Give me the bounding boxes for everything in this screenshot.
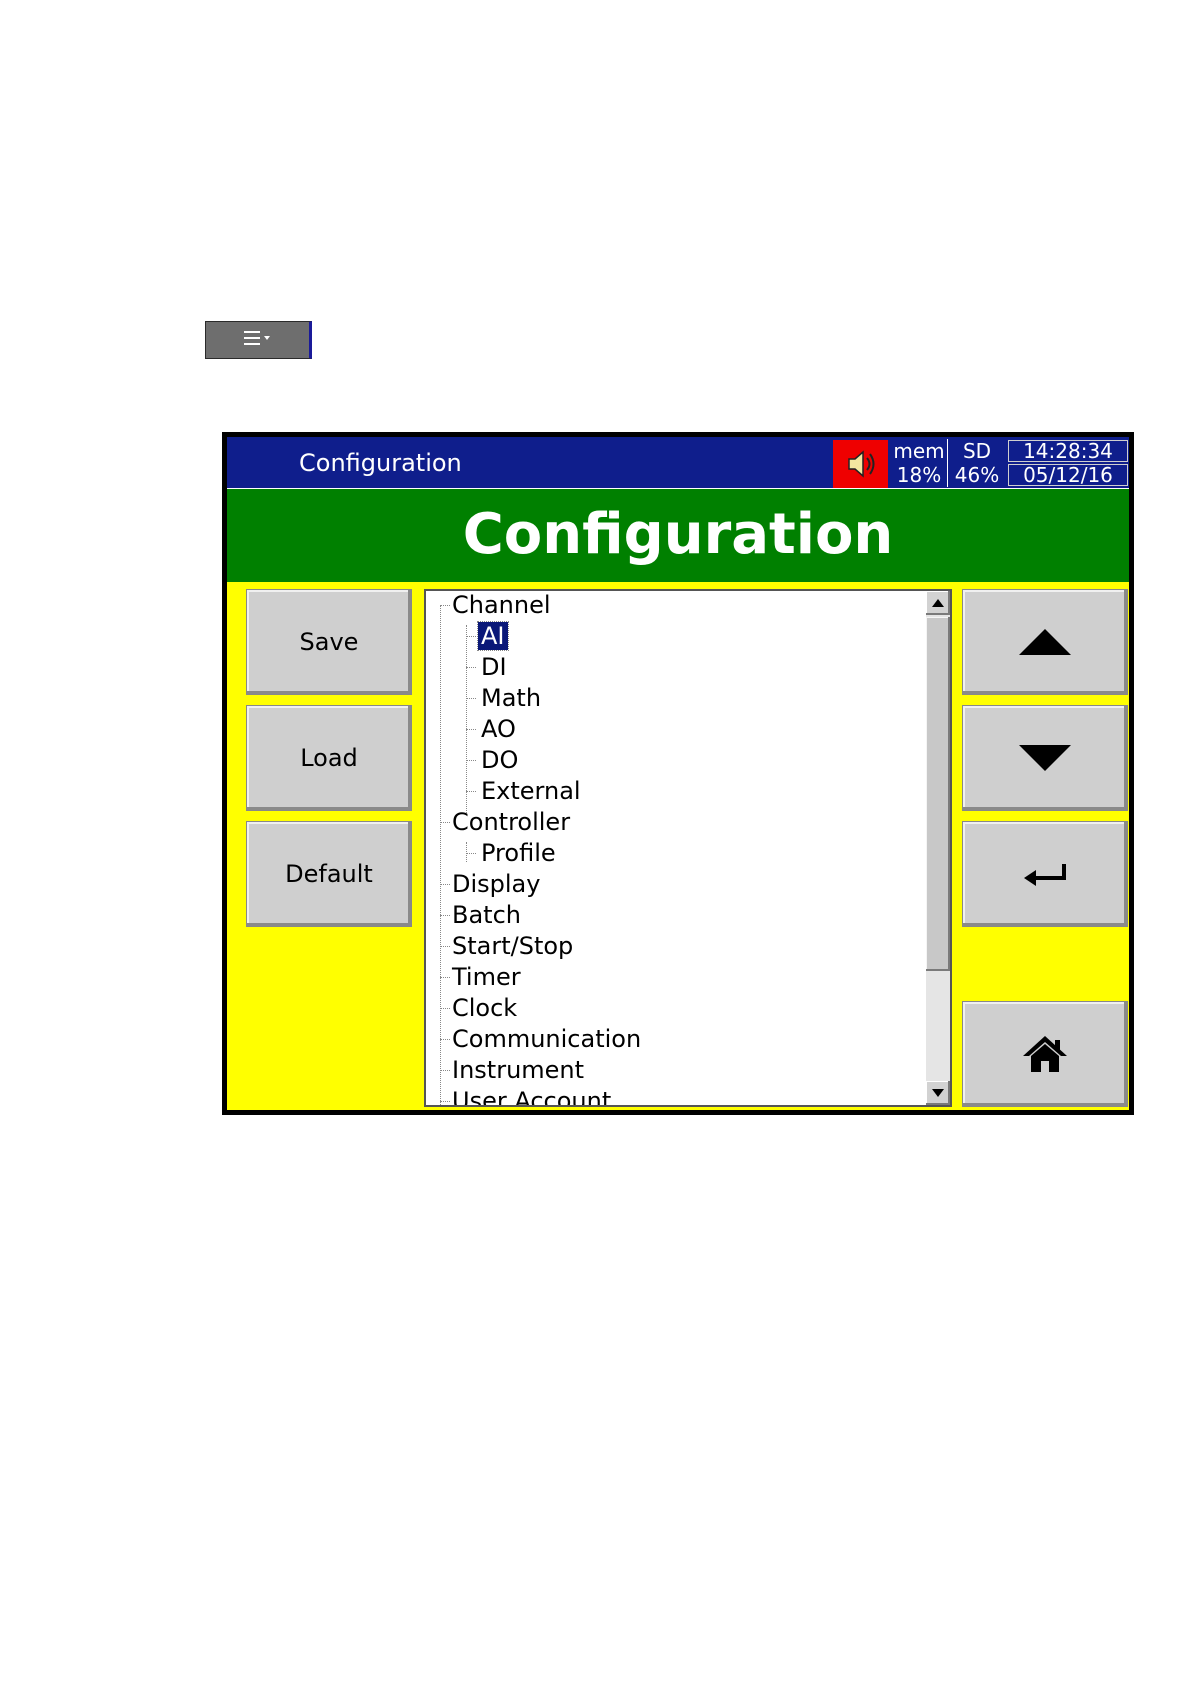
- tree-item-profile[interactable]: Profile: [481, 839, 556, 867]
- tree-connector: [440, 1039, 450, 1040]
- up-button[interactable]: [962, 589, 1128, 695]
- tree-connector: [440, 915, 450, 916]
- device-screen: Configuration mem 18% SD 46% 14:28:34 05…: [227, 437, 1129, 1110]
- device-frame: Configuration mem 18% SD 46% 14:28:34 05…: [222, 432, 1134, 1115]
- tree-item-communication[interactable]: Communication: [452, 1025, 641, 1053]
- home-button[interactable]: [962, 1001, 1128, 1107]
- tree-item-controller[interactable]: Controller: [452, 808, 570, 836]
- window-title: Configuration: [299, 449, 462, 477]
- tree-item-instrument[interactable]: Instrument: [452, 1056, 584, 1084]
- tree-connector: [466, 853, 476, 854]
- tree-item-channel[interactable]: Channel: [452, 591, 551, 619]
- tree-item-display[interactable]: Display: [452, 870, 540, 898]
- page-title: Configuration: [227, 488, 1129, 582]
- tree-connector: [466, 791, 476, 792]
- tree-item-ai[interactable]: AI: [477, 621, 509, 651]
- tree-connector: [440, 977, 450, 978]
- tree-connector: [440, 1008, 450, 1009]
- tree-connector: [466, 842, 467, 862]
- sd-value: 46%: [954, 463, 1000, 487]
- menu-dropdown-button[interactable]: [205, 321, 312, 359]
- menu-dropdown-icon: [242, 328, 274, 352]
- date-value: 05/12/16: [1008, 464, 1128, 486]
- tree-connector: [440, 1070, 450, 1071]
- memory-value: 18%: [896, 463, 942, 487]
- scroll-up-button[interactable]: [926, 591, 950, 615]
- home-icon: [1023, 1036, 1067, 1072]
- sd-status: SD 46%: [950, 439, 1004, 487]
- config-tree[interactable]: Channel AI DI Math AO DO External Contro…: [424, 589, 952, 1107]
- tree-item-external[interactable]: External: [481, 777, 581, 805]
- tree-connector: [466, 667, 476, 668]
- tree-item-user-account[interactable]: User Account: [452, 1087, 611, 1105]
- tree-item-batch[interactable]: Batch: [452, 901, 521, 929]
- tree-connector: [466, 698, 476, 699]
- tree-connector: [440, 605, 441, 1105]
- tree-item-start-stop[interactable]: Start/Stop: [452, 932, 573, 960]
- time-value: 14:28:34: [1008, 440, 1128, 462]
- load-button[interactable]: Load: [246, 705, 412, 811]
- sd-label: SD: [962, 439, 992, 463]
- memory-status: mem 18%: [891, 439, 948, 487]
- tree-scrollbar[interactable]: [926, 591, 950, 1105]
- down-button[interactable]: [962, 705, 1128, 811]
- scroll-down-icon: [932, 1089, 944, 1097]
- tree-item-di[interactable]: DI: [481, 653, 507, 681]
- tree-connector: [466, 625, 467, 813]
- clock-display[interactable]: 14:28:34 05/12/16: [1008, 440, 1128, 488]
- title-bar: Configuration mem 18% SD 46% 14:28:34 05…: [227, 437, 1129, 488]
- scroll-up-icon: [932, 599, 944, 607]
- speaker-icon[interactable]: [833, 440, 888, 488]
- tree-item-math[interactable]: Math: [481, 684, 541, 712]
- tree-item-do[interactable]: DO: [481, 746, 518, 774]
- enter-icon: [1024, 864, 1066, 886]
- tree-connector: [440, 884, 450, 885]
- default-button[interactable]: Default: [246, 821, 412, 927]
- tree-item-clock[interactable]: Clock: [452, 994, 517, 1022]
- tree-connector: [440, 822, 450, 823]
- save-button[interactable]: Save: [246, 589, 412, 695]
- scroll-down-button[interactable]: [926, 1081, 950, 1105]
- tree-item-ao[interactable]: AO: [481, 715, 516, 743]
- tree-connector: [466, 729, 476, 730]
- tree-connector: [466, 760, 476, 761]
- memory-label: mem: [893, 439, 945, 463]
- tree-item-timer[interactable]: Timer: [452, 963, 521, 991]
- tree-connector: [440, 946, 450, 947]
- tree-connector: [440, 1101, 450, 1102]
- enter-button[interactable]: [962, 821, 1128, 927]
- up-arrow-icon: [1019, 629, 1071, 655]
- tree-connector: [466, 636, 476, 637]
- down-arrow-icon: [1019, 745, 1071, 771]
- scroll-thumb[interactable]: [926, 617, 950, 971]
- tree-connector: [440, 605, 450, 606]
